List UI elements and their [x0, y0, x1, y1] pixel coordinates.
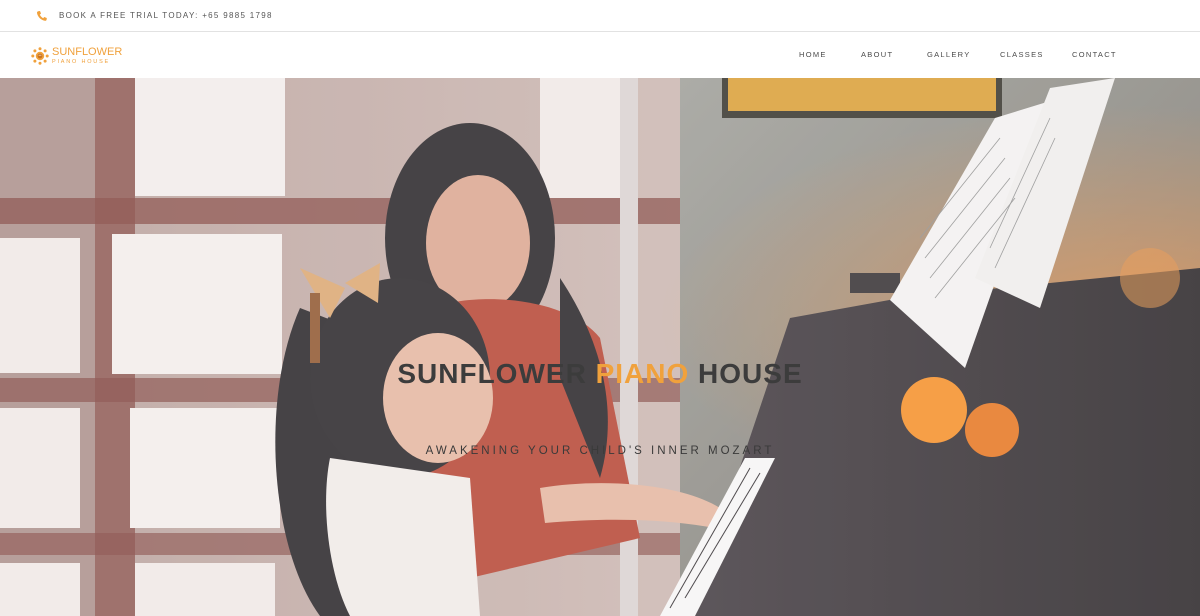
nav-about[interactable]: ABOUT — [861, 50, 893, 60]
nav-home[interactable]: HOME — [799, 50, 827, 60]
hero-title: SUNFLOWER PIANO HOUSE — [0, 358, 1200, 390]
top-bar: BOOK A FREE TRIAL TODAY: +65 9885 1798 — [0, 0, 1200, 32]
hero-subtitle: AWAKENING YOUR CHILD'S INNER MOZART — [425, 445, 775, 457]
free-trial-text: BOOK A FREE TRIAL TODAY: +65 9885 1798 — [59, 11, 273, 20]
hero-banner: SUNFLOWER PIANO HOUSE AWAKENING YOUR CHI… — [0, 78, 1200, 616]
main-navigation: SUNFLOWER PIANO HOUSE HOME ABOUT GALLERY… — [0, 32, 1200, 78]
hero-title-accent: PIANO — [595, 358, 690, 389]
logo-subtitle: PIANO HOUSE — [52, 59, 111, 65]
hero-title-part1: SUNFLOWER — [397, 358, 596, 389]
logo[interactable]: SUNFLOWER PIANO HOUSE — [31, 46, 131, 68]
phone-icon — [36, 11, 47, 21]
hero-title-part2: HOUSE — [689, 358, 803, 389]
hero-overlay — [0, 78, 1200, 616]
logo-title: SUNFLOWER — [52, 46, 123, 58]
sunflower-icon — [31, 47, 49, 65]
nav-classes[interactable]: CLASSES — [1000, 50, 1044, 60]
nav-contact[interactable]: CONTACT — [1072, 50, 1117, 60]
nav-gallery[interactable]: GALLERY — [927, 50, 971, 60]
